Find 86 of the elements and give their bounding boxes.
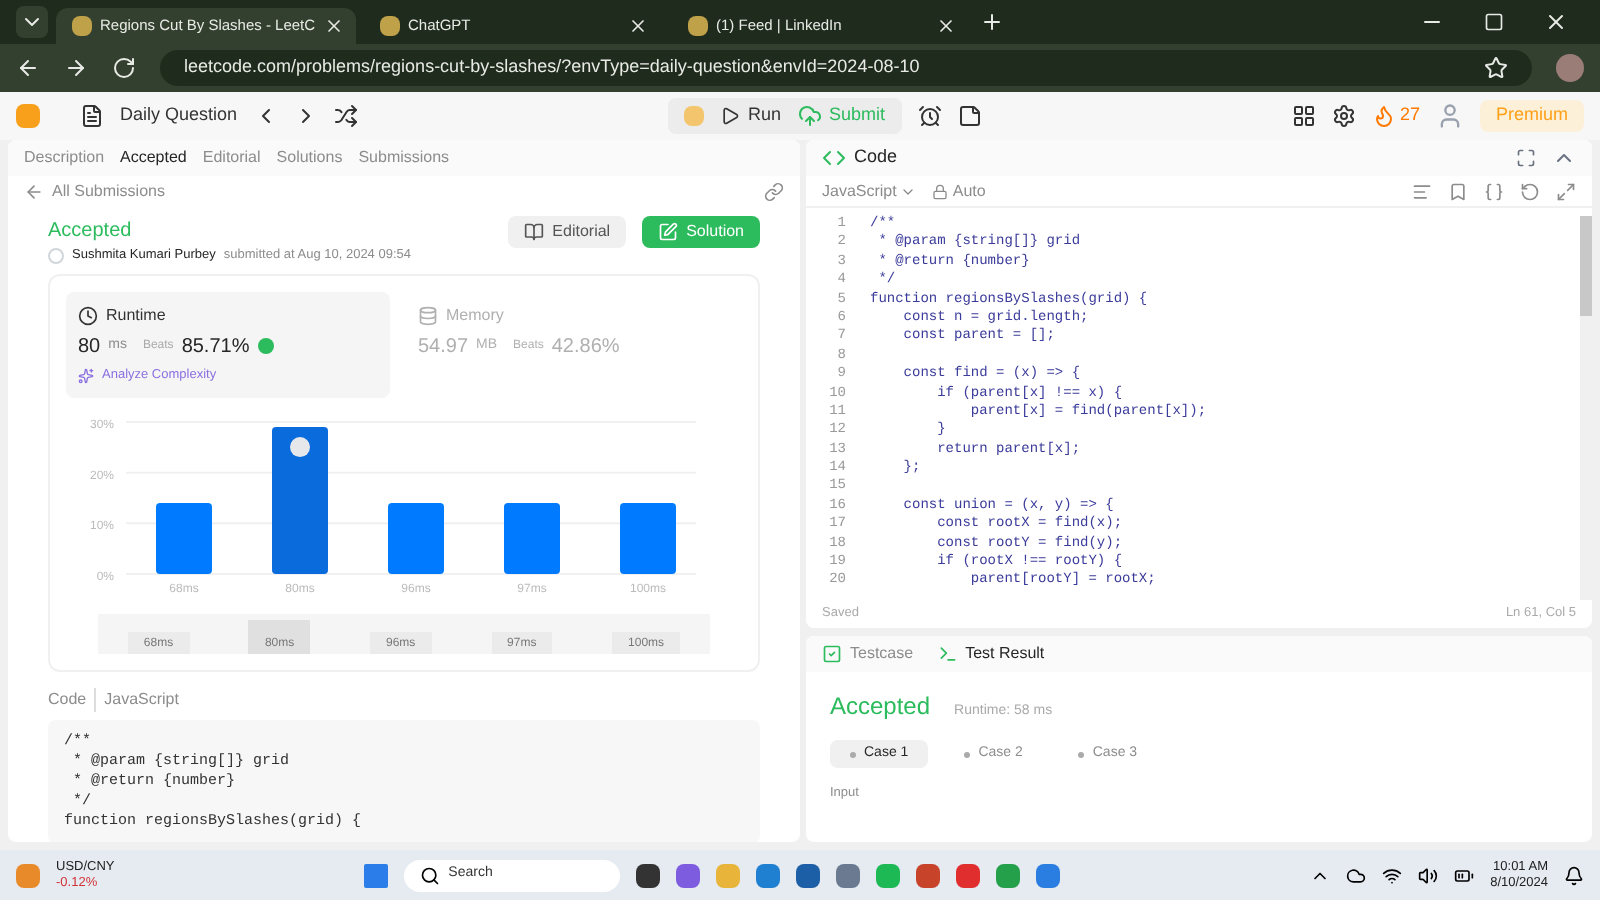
alarm-icon (917, 104, 942, 128)
editorial-button[interactable]: Editorial (508, 216, 627, 248)
memory-label: Memory (418, 303, 730, 328)
app-icon[interactable] (636, 863, 661, 887)
memory-value: 54.97 (418, 333, 469, 362)
problem-list-title[interactable]: Daily Question (120, 102, 238, 130)
grid-icon (1291, 104, 1316, 128)
streak-count[interactable]: 27 (1371, 102, 1420, 130)
edit-icon (658, 222, 679, 242)
panel-tab[interactable]: Submissions (358, 146, 450, 170)
runtime-label: Runtime (78, 303, 378, 328)
back-arrow-icon (24, 182, 44, 202)
logo-icon (16, 104, 40, 128)
user-avatar (48, 247, 64, 264)
language-select[interactable]: JavaScript (822, 179, 917, 203)
solution-button[interactable]: Solution (642, 216, 760, 248)
tab-search-button[interactable] (16, 6, 48, 38)
terminal-icon (937, 644, 958, 664)
site-icon (72, 16, 92, 36)
panel-tab[interactable]: Testcase (822, 642, 914, 666)
memory-beats: 42.86% (551, 333, 620, 362)
cloud-icon (1346, 865, 1367, 885)
close-icon (936, 16, 956, 36)
list-icon (80, 104, 104, 128)
book-icon (524, 222, 545, 242)
runtime-beats: 85.71% (181, 333, 250, 362)
chart-bar[interactable] (272, 426, 328, 573)
run-button[interactable]: Run (719, 102, 781, 130)
maximize-icon (1484, 12, 1504, 32)
start-icon[interactable] (364, 863, 389, 887)
upload-icon (797, 104, 821, 128)
flame-icon (1371, 104, 1396, 128)
address-bar[interactable]: leetcode.com/problems/regions-cut-by-slashes/?envType=daily-question&envId=2024-08-10 (160, 50, 1532, 86)
search-icon (420, 865, 441, 885)
avatar-icon (290, 436, 310, 457)
new-tab-icon (980, 10, 1004, 34)
star-icon (1484, 56, 1508, 80)
lock-icon (932, 183, 949, 199)
check-icon (822, 644, 842, 664)
expand-icon (1556, 181, 1576, 201)
braces-icon (1484, 181, 1504, 201)
app-icon[interactable] (796, 863, 821, 887)
settings-icon (1331, 104, 1356, 128)
volume-icon (1418, 865, 1439, 885)
panel-tab[interactable]: Solutions (276, 146, 343, 170)
shuffle-icon (333, 104, 358, 128)
premium-button[interactable]: Premium (1479, 100, 1584, 132)
database-icon (418, 305, 438, 326)
user-icon (1435, 102, 1464, 130)
code-icon (822, 146, 846, 170)
link-icon (764, 182, 784, 202)
all-submissions-link[interactable]: All Submissions (52, 180, 165, 204)
clock-icon (78, 305, 98, 326)
badge-icon (257, 338, 274, 355)
forward-icon (64, 56, 88, 80)
status-title: Accepted (48, 218, 134, 246)
auto-mode[interactable]: Auto (932, 179, 986, 203)
reload-icon (112, 56, 136, 80)
note-icon (957, 104, 982, 128)
format-icon (1412, 181, 1432, 201)
panel-tab[interactable]: Editorial (202, 146, 261, 170)
bookmark-icon (1448, 181, 1468, 201)
code-label: Code (48, 687, 87, 711)
battery-icon (1454, 865, 1475, 885)
site-icon (380, 16, 400, 36)
close-icon (1544, 10, 1568, 34)
play-icon (719, 106, 740, 126)
code-language: JavaScript (94, 687, 179, 711)
close-icon (323, 16, 344, 36)
panel-tab[interactable]: Accepted (120, 146, 187, 170)
panel-title: Code (854, 144, 898, 171)
close-icon (628, 16, 648, 36)
profile-avatar[interactable] (1556, 54, 1584, 82)
panel-tab[interactable]: Test Result (937, 642, 1045, 666)
wifi-icon (1382, 865, 1403, 885)
reset-icon (1520, 181, 1540, 201)
bell-icon (1564, 865, 1584, 885)
back-icon (16, 56, 40, 80)
result-status: Accepted (830, 690, 931, 724)
fullscreen-icon (1516, 148, 1536, 168)
panel-tab[interactable]: Description (24, 146, 105, 170)
url-text: leetcode.com/problems/regions-cut-by-slashes/?envType=daily-question&envId=2024-08-10 (184, 54, 922, 81)
submit-button[interactable]: Submit (797, 102, 886, 130)
runtime-value: 80 (78, 333, 101, 362)
sparkle-icon (78, 367, 94, 384)
site-icon (688, 16, 708, 36)
